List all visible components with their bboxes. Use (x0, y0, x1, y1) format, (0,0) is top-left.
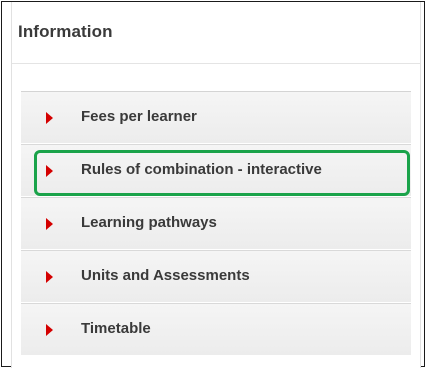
panel-title: Information (18, 22, 113, 41)
menu-item-label: Learning pathways (81, 214, 217, 231)
menu-item-timetable[interactable]: Timetable (21, 303, 411, 355)
triangle-right-icon (46, 218, 53, 230)
triangle-right-icon (46, 165, 53, 177)
menu-item-fees-per-learner[interactable]: Fees per learner (21, 91, 411, 143)
panel-header: Information (12, 2, 420, 64)
menu-item-label: Rules of combination - interactive (81, 161, 322, 178)
menu-item-units-and-assessments[interactable]: Units and Assessments (21, 250, 411, 302)
menu-item-rules-of-combination[interactable]: Rules of combination - interactive (21, 144, 411, 196)
information-menu: Fees per learner Rules of combination - … (21, 91, 411, 361)
screenshot-frame: Information Fees per learner Rules of co… (1, 1, 425, 368)
menu-item-label: Timetable (81, 320, 151, 337)
menu-item-label: Fees per learner (81, 108, 197, 125)
information-panel: Information Fees per learner Rules of co… (11, 2, 421, 368)
menu-item-label: Units and Assessments (81, 267, 250, 284)
menu-item-learning-pathways[interactable]: Learning pathways (21, 197, 411, 249)
triangle-right-icon (46, 271, 53, 283)
triangle-right-icon (46, 112, 53, 124)
triangle-right-icon (46, 324, 53, 336)
